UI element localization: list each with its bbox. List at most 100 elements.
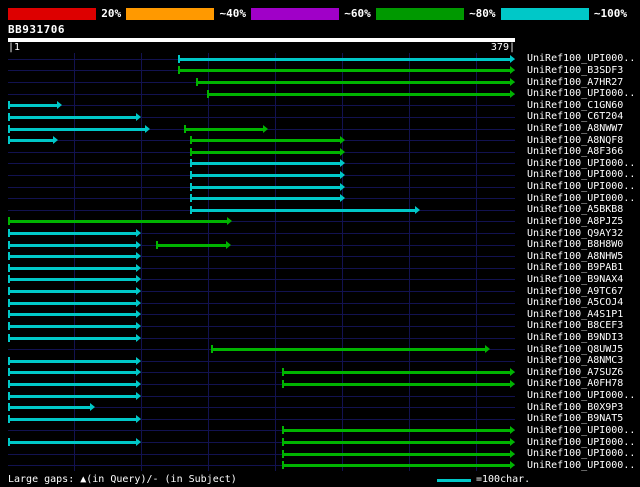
hit-line bbox=[190, 162, 341, 166]
hit-bar[interactable] bbox=[190, 205, 420, 214]
hit-bar[interactable] bbox=[190, 170, 345, 179]
hit-bar[interactable] bbox=[8, 356, 141, 365]
hit-start-tick bbox=[178, 66, 181, 75]
hit-arrowhead bbox=[509, 368, 515, 377]
hit-bar[interactable] bbox=[8, 252, 141, 261]
hit-line bbox=[190, 139, 341, 143]
hit-arrowhead bbox=[90, 403, 96, 412]
key-segment-4 bbox=[375, 8, 465, 20]
hit-bar[interactable] bbox=[195, 78, 515, 86]
hit-arrowhead bbox=[509, 438, 515, 446]
hit-bar[interactable] bbox=[8, 414, 141, 423]
hit-bar[interactable] bbox=[8, 368, 141, 377]
hit-bar[interactable] bbox=[178, 66, 515, 75]
hit-label: UniRef100_A4S1P1 bbox=[527, 308, 624, 320]
hit-bar[interactable] bbox=[8, 112, 141, 121]
hit-arrowhead bbox=[339, 182, 345, 191]
hit-line bbox=[190, 185, 341, 189]
hit-label: UniRef100_UPI000.. bbox=[527, 448, 636, 460]
identity-color-key: 20% ~40% ~60% ~80% ~100% bbox=[8, 8, 632, 20]
hit-bar[interactable] bbox=[8, 438, 141, 446]
hit-bar[interactable] bbox=[281, 449, 515, 458]
hit-arrowhead bbox=[509, 379, 515, 388]
hit-arrowhead bbox=[339, 147, 345, 156]
hit-start-tick bbox=[8, 217, 10, 226]
hit-start-tick bbox=[190, 182, 193, 191]
hit-label: UniRef100_B0X9P3 bbox=[527, 401, 624, 413]
hit-label: UniRef100_A8NMC3 bbox=[527, 355, 624, 367]
hit-bar[interactable] bbox=[8, 379, 141, 388]
hit-bar[interactable] bbox=[8, 321, 141, 330]
hit-bar[interactable] bbox=[8, 287, 141, 295]
hit-label: UniRef100_UPI000.. bbox=[527, 88, 636, 100]
hit-bar[interactable] bbox=[190, 136, 345, 145]
hit-label: UniRef100_C1GN60 bbox=[527, 99, 624, 111]
hit-bar[interactable] bbox=[183, 124, 269, 133]
hit-arrowhead bbox=[414, 205, 420, 214]
hit-line bbox=[190, 197, 341, 201]
hit-bar[interactable] bbox=[155, 240, 231, 249]
hit-arrowhead bbox=[52, 136, 58, 145]
hit-line bbox=[8, 255, 137, 259]
hit-bar[interactable] bbox=[206, 89, 515, 98]
hit-start-tick bbox=[8, 263, 10, 272]
hit-bar[interactable] bbox=[8, 263, 141, 272]
hit-bar[interactable] bbox=[8, 101, 62, 110]
hit-arrowhead bbox=[339, 170, 345, 179]
hit-line bbox=[178, 69, 511, 73]
query-bar bbox=[8, 38, 515, 42]
hit-bar[interactable] bbox=[190, 159, 345, 168]
key-segment-5 bbox=[500, 8, 589, 20]
hit-label: UniRef100_C6T204 bbox=[527, 111, 624, 123]
hit-bar[interactable] bbox=[8, 391, 141, 400]
hit-bar[interactable] bbox=[281, 379, 515, 388]
hit-line bbox=[281, 452, 511, 456]
gridline-100 bbox=[140, 53, 142, 471]
hit-bar[interactable] bbox=[8, 310, 141, 319]
hit-line bbox=[281, 441, 511, 444]
scale-legend: =100char. bbox=[437, 474, 530, 486]
hit-bar[interactable] bbox=[8, 298, 141, 307]
hit-bar[interactable] bbox=[8, 403, 96, 412]
hit-bar[interactable] bbox=[190, 194, 345, 203]
hit-bar[interactable] bbox=[281, 438, 515, 446]
hit-bar[interactable] bbox=[210, 345, 490, 354]
hit-arrowhead bbox=[509, 66, 515, 75]
hit-line bbox=[195, 81, 511, 84]
hit-bar[interactable] bbox=[8, 124, 151, 133]
gridline-150 bbox=[207, 53, 209, 471]
hit-arrowhead bbox=[135, 438, 141, 446]
hit-start-tick bbox=[8, 252, 10, 261]
hit-line bbox=[8, 382, 137, 386]
hit-arrowhead bbox=[135, 333, 141, 342]
hit-bar[interactable] bbox=[281, 426, 515, 435]
hit-bar[interactable] bbox=[281, 368, 515, 377]
hit-label: UniRef100_A7HR27 bbox=[527, 76, 624, 88]
hit-start-tick bbox=[281, 368, 284, 377]
scale-start-label: |1 bbox=[8, 42, 21, 53]
hit-bar[interactable] bbox=[190, 182, 345, 191]
hit-label: UniRef100_Q8UWJ5 bbox=[527, 343, 624, 355]
gridline-300 bbox=[409, 53, 410, 471]
hit-line bbox=[183, 127, 265, 131]
hit-start-tick bbox=[281, 461, 284, 470]
hit-bar[interactable] bbox=[190, 147, 345, 156]
hit-start-tick bbox=[8, 229, 10, 237]
hit-bar[interactable] bbox=[281, 461, 515, 470]
hit-bar[interactable] bbox=[8, 217, 232, 226]
hit-arrowhead bbox=[135, 356, 141, 365]
hit-start-tick bbox=[190, 147, 193, 156]
gaps-legend-text: Large gaps: ▲(in Query)/- (in Subject) bbox=[8, 474, 237, 485]
hit-label: UniRef100_UPI000.. bbox=[527, 53, 636, 65]
hit-start-tick bbox=[8, 391, 10, 400]
hit-start-tick bbox=[8, 414, 10, 423]
hit-arrowhead bbox=[56, 101, 62, 110]
hit-bar[interactable] bbox=[8, 275, 141, 284]
hit-bar[interactable] bbox=[178, 54, 515, 63]
hit-bar[interactable] bbox=[8, 136, 58, 145]
hit-bar[interactable] bbox=[8, 240, 141, 249]
hit-bar[interactable] bbox=[8, 229, 141, 237]
hit-bar[interactable] bbox=[8, 333, 141, 342]
hit-arrowhead bbox=[509, 78, 515, 86]
hit-line bbox=[281, 429, 511, 433]
